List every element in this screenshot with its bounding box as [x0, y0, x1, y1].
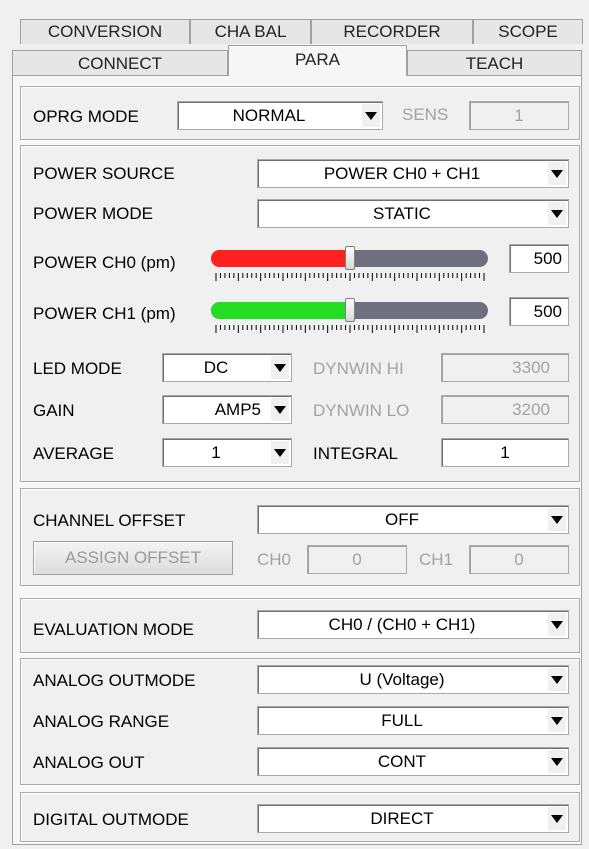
power-ch0-ticks: [215, 273, 485, 281]
digital-group: DIGITAL OUTMODE DIRECT: [20, 792, 580, 842]
power-ch0-slider-thumb[interactable]: [345, 246, 355, 270]
dynwin-hi-label: DYNWIN HI: [313, 359, 404, 378]
chevron-down-icon: [548, 668, 566, 691]
power-mode-select[interactable]: STATIC: [257, 199, 569, 228]
integral-label: INTEGRAL: [313, 444, 399, 463]
power-ch1-field[interactable]: 500: [509, 297, 569, 326]
tab-connect[interactable]: CONNECT: [12, 50, 228, 76]
chevron-down-icon: [548, 709, 566, 732]
oprg-mode-label: OPRG MODE: [33, 107, 139, 126]
average-label: AVERAGE: [33, 444, 114, 463]
power-group: POWER SOURCE POWER CH0 + CH1 POWER MODE …: [20, 145, 580, 482]
chevron-down-icon: [548, 202, 566, 225]
power-ch0-label: POWER CH0 (pm): [33, 253, 176, 272]
analog-outmode-label: ANALOG OUTMODE: [33, 671, 196, 690]
offset-ch1-field: 0: [469, 545, 569, 574]
chevron-down-icon: [548, 613, 566, 636]
power-source-value: POWER CH0 + CH1: [323, 164, 481, 183]
tab-divider-line: [407, 75, 582, 76]
dynwin-lo-field: 3200: [441, 395, 569, 424]
evaluation-group: EVALUATION MODE CH0 / (CH0 + CH1): [20, 598, 580, 653]
gain-select[interactable]: AMP5: [162, 395, 292, 424]
channel-offset-value: OFF: [385, 510, 419, 529]
sens-label: SENS: [402, 105, 449, 124]
dynwin-hi-field: 3300: [441, 353, 569, 382]
tab-scope[interactable]: SCOPE: [473, 19, 583, 44]
oprg-mode-value: NORMAL: [232, 106, 306, 125]
chevron-down-icon: [548, 508, 566, 531]
power-mode-value: STATIC: [373, 204, 431, 223]
offset-ch0-label: CH0: [257, 550, 292, 569]
channel-offset-select[interactable]: OFF: [257, 505, 569, 534]
analog-outmode-value: U (Voltage): [359, 670, 445, 689]
analog-range-select[interactable]: FULL: [257, 706, 569, 735]
chevron-down-icon: [362, 104, 380, 127]
digital-outmode-select[interactable]: DIRECT: [257, 804, 569, 833]
channel-offset-label: CHANNEL OFFSET: [33, 511, 186, 530]
power-ch1-slider-thumb[interactable]: [345, 298, 355, 322]
offset-ch1-label: CH1: [419, 550, 454, 569]
power-source-select[interactable]: POWER CH0 + CH1: [257, 159, 569, 188]
power-mode-label: POWER MODE: [33, 204, 153, 223]
integral-field[interactable]: 1: [441, 438, 569, 467]
chevron-down-icon: [271, 356, 289, 379]
tab-divider-line: [12, 75, 228, 76]
power-ch0-slider-fill: [211, 250, 350, 267]
analog-range-value: FULL: [381, 711, 423, 730]
average-value: 1: [211, 443, 221, 462]
tab-cha-bal[interactable]: CHA BAL: [190, 19, 311, 44]
assign-offset-button[interactable]: ASSIGN OFFSET: [33, 541, 233, 575]
gain-label: GAIN: [33, 401, 75, 420]
offset-ch0-field: 0: [307, 545, 407, 574]
chevron-down-icon: [271, 441, 289, 464]
tab-para[interactable]: PARA: [228, 45, 407, 76]
tab-recorder[interactable]: RECORDER: [311, 19, 473, 44]
channel-offset-group: CHANNEL OFFSET OFF ASSIGN OFFSET CH0 0 C…: [20, 488, 580, 586]
oprg-group: OPRG MODE NORMAL SENS 1: [20, 86, 580, 140]
led-mode-label: LED MODE: [33, 359, 122, 378]
analog-group: ANALOG OUTMODE U (Voltage) ANALOG RANGE …: [20, 658, 580, 785]
evaluation-mode-value: CH0 / (CH0 + CH1): [328, 615, 476, 634]
power-ch1-slider-fill: [211, 302, 350, 319]
power-ch0-slider[interactable]: [211, 246, 488, 270]
gain-value: AMP5: [214, 400, 261, 419]
dynwin-lo-label: DYNWIN LO: [313, 401, 410, 420]
analog-out-select[interactable]: CONT: [257, 747, 569, 776]
sens-field: 1: [469, 101, 569, 130]
chevron-down-icon: [271, 398, 289, 421]
tab-conversion[interactable]: CONVERSION: [20, 19, 190, 44]
analog-outmode-select[interactable]: U (Voltage): [257, 665, 569, 694]
power-ch1-ticks: [215, 325, 485, 333]
analog-range-label: ANALOG RANGE: [33, 712, 170, 731]
evaluation-mode-label: EVALUATION MODE: [33, 620, 194, 639]
led-mode-value: DC: [203, 358, 229, 377]
power-ch1-label: POWER CH1 (pm): [33, 304, 176, 323]
analog-out-value: CONT: [377, 752, 427, 771]
tab-teach[interactable]: TEACH: [407, 50, 582, 76]
analog-out-label: ANALOG OUT: [33, 753, 145, 772]
evaluation-mode-select[interactable]: CH0 / (CH0 + CH1): [257, 610, 569, 639]
power-ch0-field[interactable]: 500: [509, 244, 569, 273]
digital-outmode-value: DIRECT: [370, 809, 434, 828]
chevron-down-icon: [548, 807, 566, 830]
power-ch1-slider[interactable]: [211, 298, 488, 322]
average-select[interactable]: 1: [162, 438, 292, 467]
led-mode-select[interactable]: DC: [162, 353, 292, 382]
oprg-mode-select[interactable]: NORMAL: [177, 101, 383, 130]
chevron-down-icon: [548, 750, 566, 773]
power-source-label: POWER SOURCE: [33, 164, 175, 183]
chevron-down-icon: [548, 162, 566, 185]
digital-outmode-label: DIGITAL OUTMODE: [33, 810, 189, 829]
